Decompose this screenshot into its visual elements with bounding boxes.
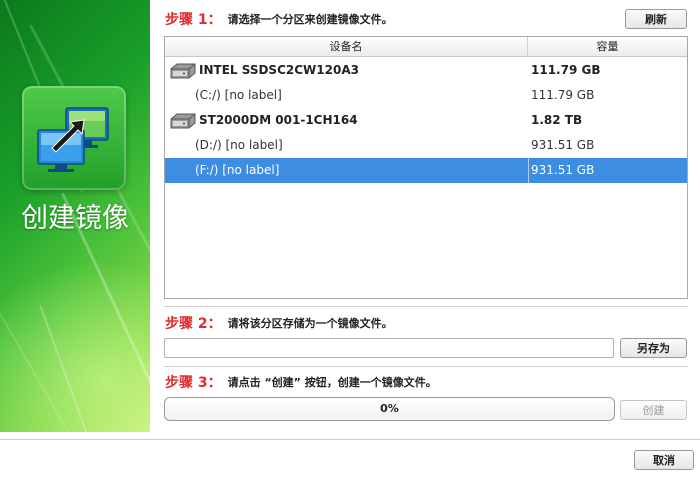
disk-image-icon xyxy=(22,86,126,190)
cancel-button[interactable]: 取消 xyxy=(634,450,694,470)
column-header-device[interactable]: 设备名 xyxy=(165,37,528,57)
step3-header: 步骤 3： 请点击 “创建” 按钮，创建一个镜像文件。 xyxy=(165,372,437,392)
progress-bar: 0% xyxy=(164,397,615,421)
step2-description: 请将该分区存储为一个镜像文件。 xyxy=(227,317,393,330)
step2-label: 步骤 2： xyxy=(165,316,222,332)
device-name: ST2000DM 001-1CH164 xyxy=(199,113,358,127)
device-name: INTEL SSDSC2CW120A3 xyxy=(199,63,359,77)
table-header: 设备名 容量 xyxy=(165,37,687,57)
step1-header: 步骤 1： 请选择一个分区来创建镜像文件。 xyxy=(165,9,393,29)
table-row[interactable]: (D:/) [no label] 931.51 GB xyxy=(165,133,687,158)
partition-capacity: 931.51 GB xyxy=(531,163,595,177)
partition-name: (D:/) [no label] xyxy=(195,138,283,152)
step3-label: 步骤 3： xyxy=(165,375,222,391)
device-capacity: 1.82 TB xyxy=(531,113,583,127)
create-image-window: 创建镜像 步骤 1： 请选择一个分区来创建镜像文件。 刷新 设备名 容量 INT… xyxy=(0,0,700,478)
table-row[interactable]: INTEL SSDSC2CW120A3 111.79 GB xyxy=(165,58,687,83)
table-row-selected[interactable]: (F:/) [no label] 931.51 GB xyxy=(165,158,687,183)
step1-label: 步骤 1： xyxy=(165,12,222,28)
partition-name: (F:/) [no label] xyxy=(195,163,280,177)
column-separator xyxy=(528,158,529,183)
divider xyxy=(164,366,688,367)
image-path-input[interactable] xyxy=(164,338,614,358)
table-row[interactable]: (C:/) [no label] 111.79 GB xyxy=(165,83,687,108)
step3-description: 请点击 “创建” 按钮，创建一个镜像文件。 xyxy=(227,376,437,389)
table-row[interactable]: ST2000DM 001-1CH164 1.82 TB xyxy=(165,108,687,133)
step2-header: 步骤 2： 请将该分区存储为一个镜像文件。 xyxy=(165,313,393,333)
partition-name: (C:/) [no label] xyxy=(195,88,282,102)
device-table: 设备名 容量 INTEL SSDSC2CW120A3 111.79 GB (C:… xyxy=(164,36,688,299)
banner-title: 创建镜像 xyxy=(21,203,129,234)
hard-disk-icon xyxy=(170,113,196,129)
divider xyxy=(164,306,688,307)
save-as-button[interactable]: 另存为 xyxy=(620,338,687,358)
create-button[interactable]: 创建 xyxy=(620,400,687,420)
progress-text: 0% xyxy=(380,402,399,415)
step1-description: 请选择一个分区来创建镜像文件。 xyxy=(227,13,393,26)
refresh-button[interactable]: 刷新 xyxy=(625,9,687,29)
partition-capacity: 931.51 GB xyxy=(531,138,595,152)
partition-capacity: 111.79 GB xyxy=(531,88,595,102)
device-capacity: 111.79 GB xyxy=(531,63,601,77)
hard-disk-icon xyxy=(170,63,196,79)
banner-panel: 创建镜像 xyxy=(0,0,150,432)
column-header-capacity[interactable]: 容量 xyxy=(528,37,687,57)
footer-divider xyxy=(0,439,700,440)
